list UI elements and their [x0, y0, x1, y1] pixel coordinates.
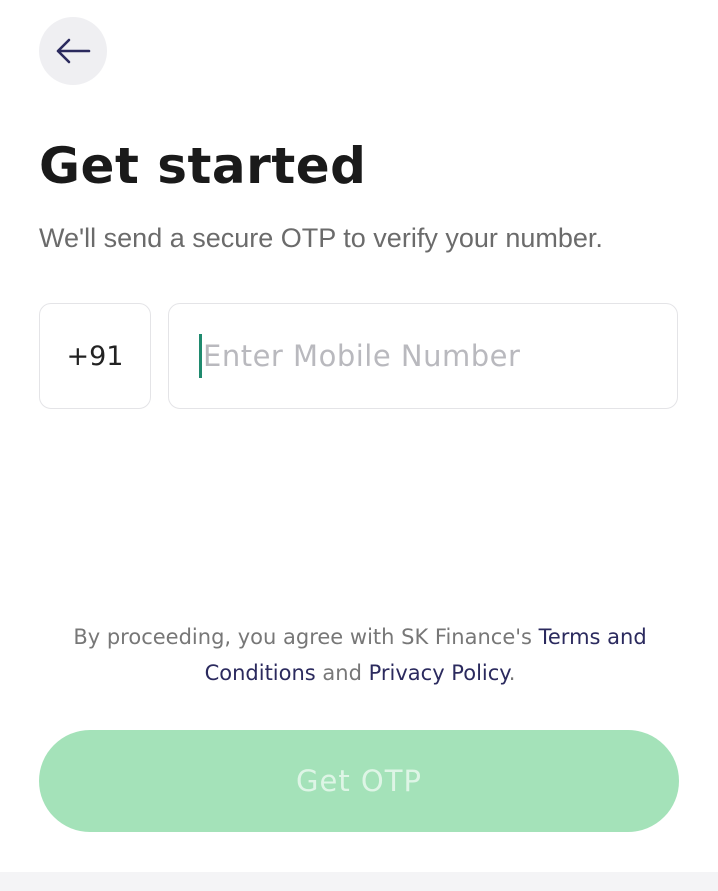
- consent-suffix: .: [508, 661, 516, 685]
- mobile-number-field[interactable]: [168, 303, 678, 409]
- page-subtitle: We'll send a secure OTP to verify your n…: [39, 223, 603, 253]
- arrow-left-icon: [56, 38, 91, 64]
- back-button[interactable]: [39, 17, 107, 85]
- bottom-bar: [0, 872, 718, 891]
- country-code-selector[interactable]: +91: [39, 303, 151, 409]
- text-cursor: [199, 334, 202, 378]
- mobile-number-input[interactable]: [203, 339, 643, 373]
- consent-prefix: By proceeding, you agree with SK Finance…: [73, 625, 539, 649]
- privacy-policy-link[interactable]: Privacy Policy: [369, 661, 509, 685]
- consent-text: By proceeding, you agree with SK Finance…: [40, 619, 680, 691]
- get-otp-button[interactable]: Get OTP: [39, 730, 679, 832]
- country-code-label: +91: [66, 340, 124, 372]
- page-title: Get started: [39, 137, 367, 195]
- consent-middle: and: [315, 661, 369, 685]
